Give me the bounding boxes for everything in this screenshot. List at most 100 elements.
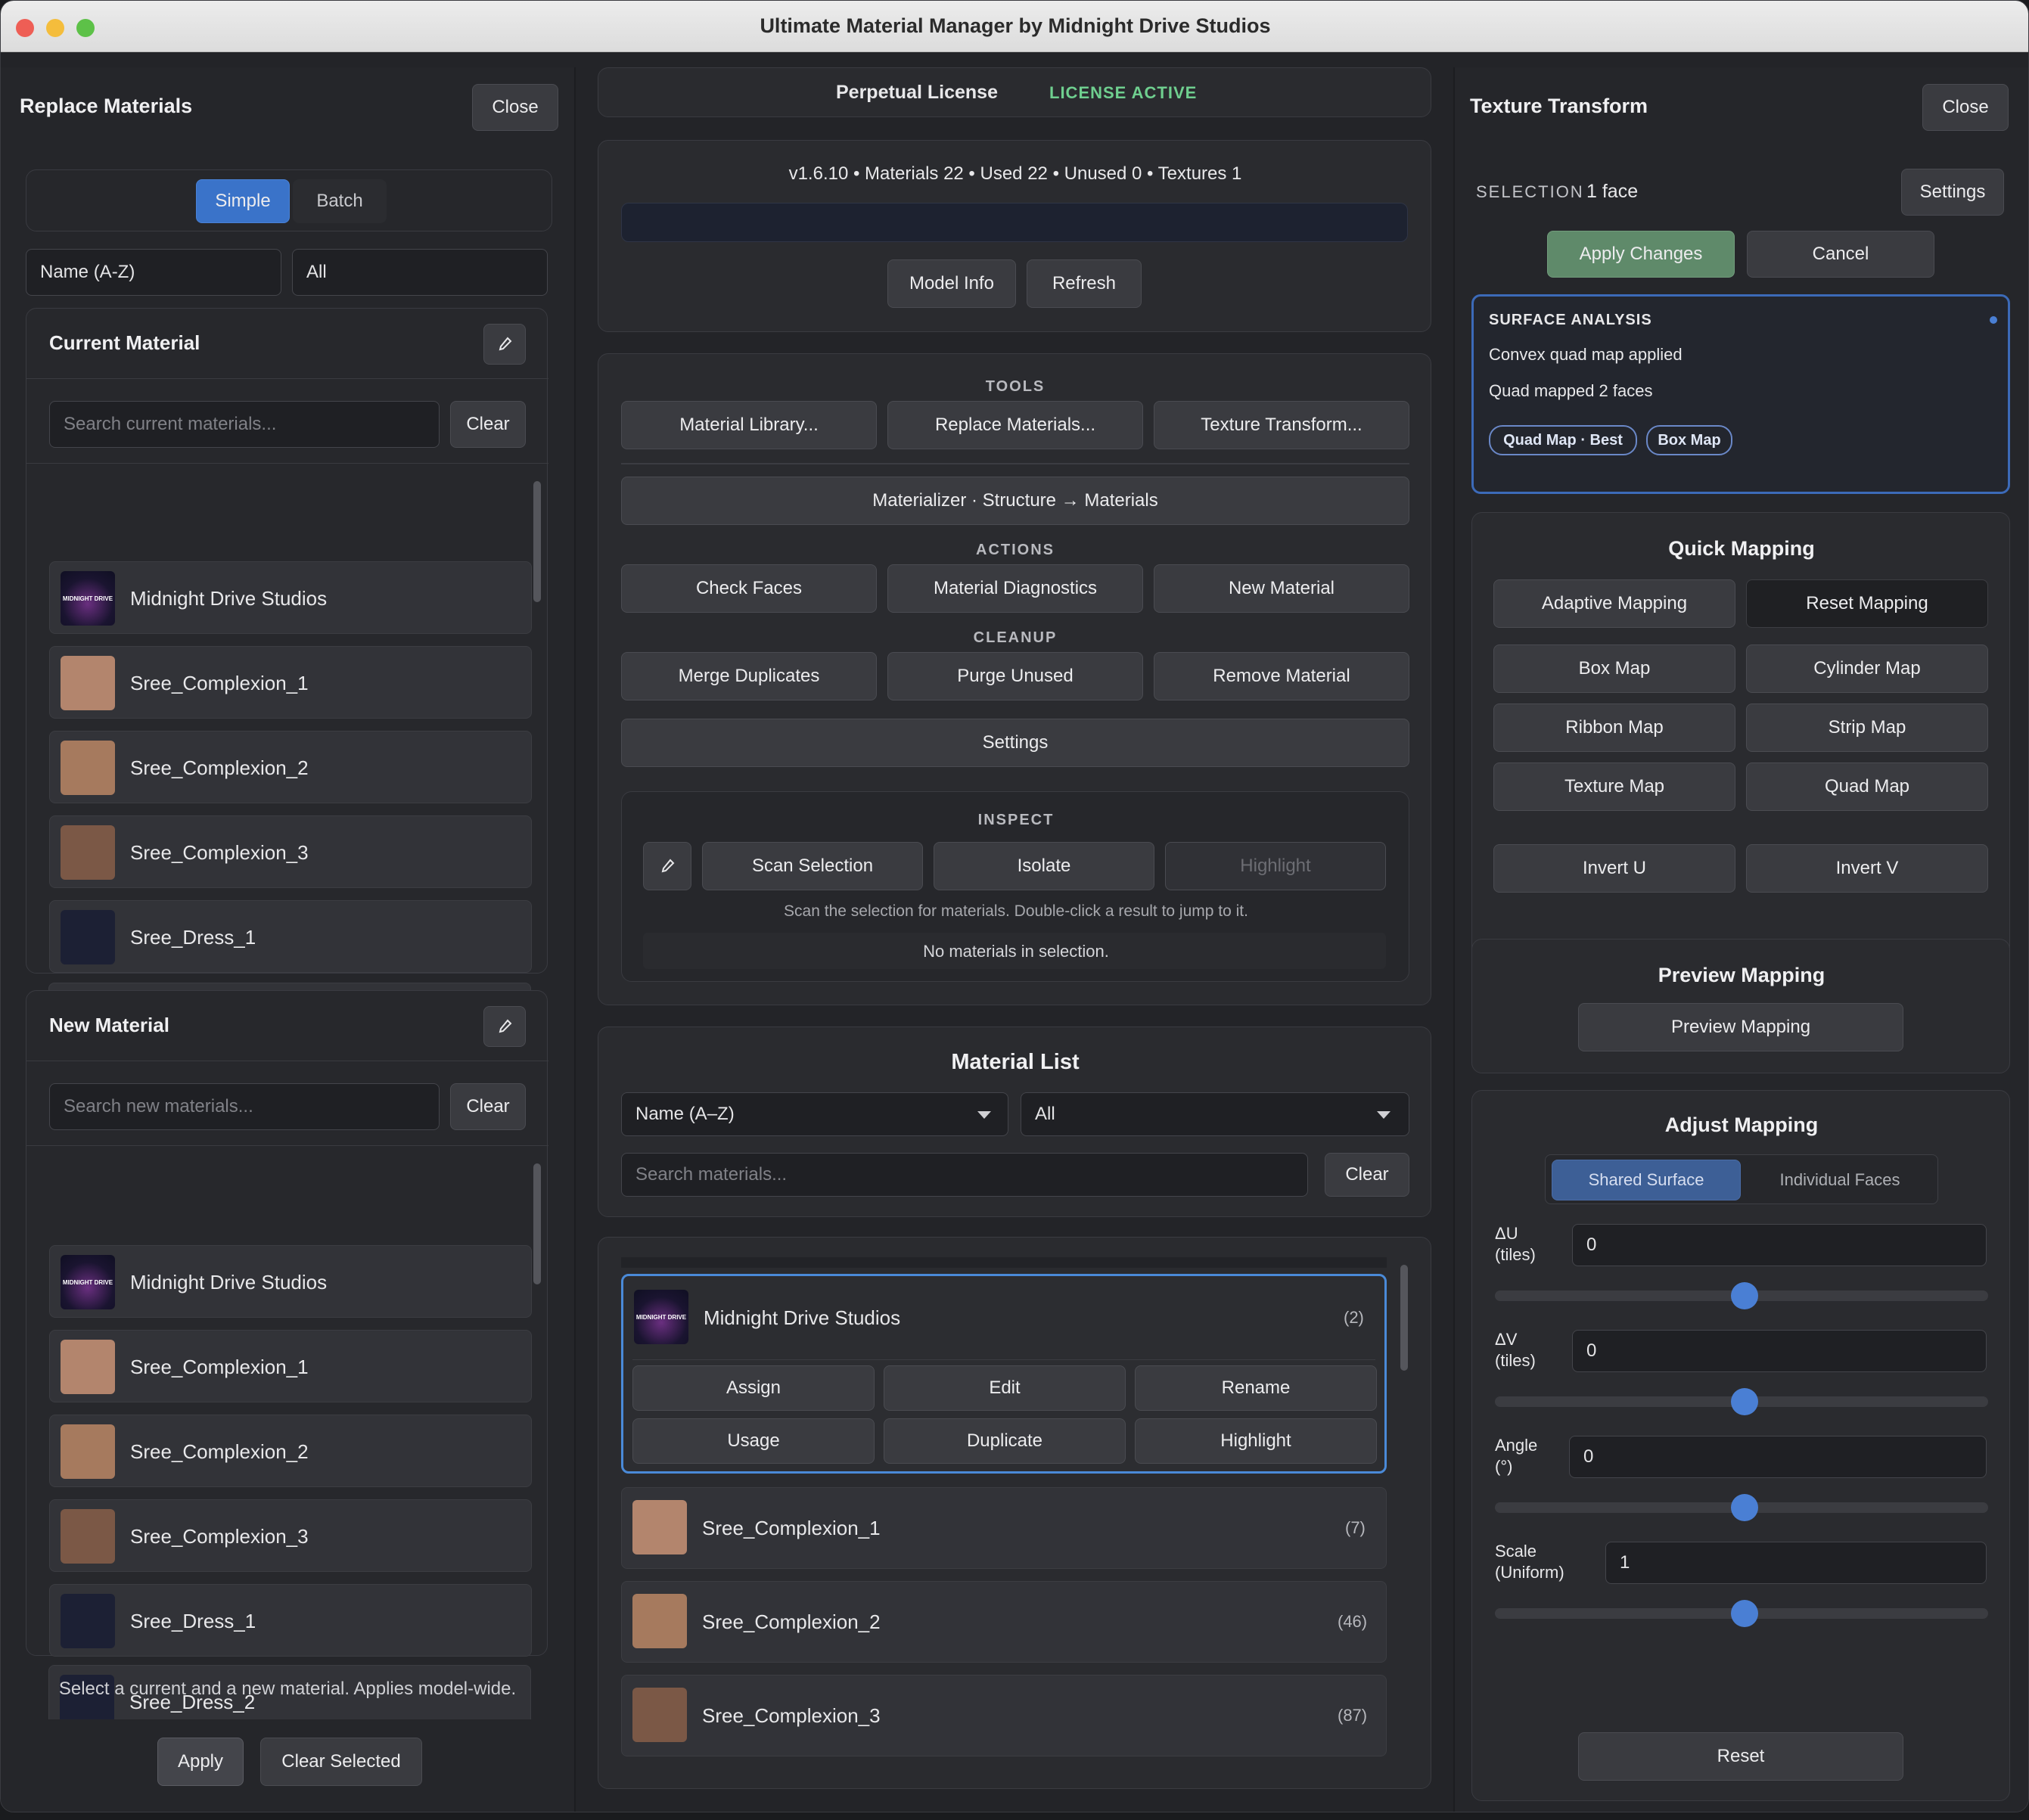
material-list-scrollbar[interactable] (1400, 1265, 1408, 1371)
list-item[interactable]: Sree_Dress_1 (49, 1584, 532, 1657)
ribbon-map-button[interactable]: Ribbon Map (1493, 703, 1735, 752)
no-materials-text: No materials in selection. (923, 942, 1109, 961)
clear-selected-button[interactable]: Clear Selected (260, 1738, 422, 1786)
adjust-mapping-section: Adjust Mapping Shared Surface Individual… (1471, 1090, 2010, 1801)
list-item[interactable]: Sree_Complexion_1 (49, 1330, 532, 1402)
material-diagnostics-button[interactable]: Material Diagnostics (887, 564, 1143, 613)
merge-duplicates-button[interactable]: Merge Duplicates (621, 652, 877, 700)
assign-button[interactable]: Assign (632, 1365, 875, 1411)
selected-material-name: Midnight Drive Studios (704, 1306, 901, 1329)
isolate-button[interactable]: Isolate (934, 842, 1154, 890)
current-list-scrollbar[interactable] (533, 481, 541, 602)
inspect-label: INSPECT (977, 812, 1055, 828)
scale-slider-knob[interactable] (1731, 1600, 1758, 1627)
replace-materials-button[interactable]: Replace Materials... (887, 401, 1143, 449)
progress-bar (621, 203, 1408, 242)
texture-close-button[interactable]: Close (1922, 84, 2009, 131)
delta-u-slider-knob[interactable] (1731, 1282, 1758, 1309)
license-bar: Perpetual License LICENSE ACTIVE (598, 67, 1431, 117)
strip-map-button[interactable]: Strip Map (1746, 703, 1988, 752)
inspect-eyedropper-button[interactable] (643, 842, 691, 890)
invert-u-button[interactable]: Invert U (1493, 844, 1735, 893)
quick-mapping-section: Quick Mapping Adaptive Mapping Reset Map… (1471, 512, 2010, 984)
list-item[interactable]: Sree_Dress_1 (49, 900, 532, 973)
mode-toggle: Simple Batch (26, 169, 552, 231)
new-search-input[interactable]: Search new materials... (49, 1083, 440, 1130)
texture-transform-button[interactable]: Texture Transform... (1154, 401, 1409, 449)
cancel-button[interactable]: Cancel (1747, 231, 1934, 278)
box-map-button[interactable]: Box Map (1493, 644, 1735, 693)
replace-apply-button[interactable]: Apply (157, 1738, 244, 1786)
new-eyedropper-button[interactable] (483, 1006, 526, 1047)
individual-faces-button[interactable]: Individual Faces (1745, 1160, 1934, 1200)
model-info-button[interactable]: Model Info (887, 259, 1016, 308)
quad-map-button[interactable]: Quad Map (1746, 762, 1988, 811)
reset-button[interactable]: Reset (1578, 1732, 1903, 1781)
texture-map-button[interactable]: Texture Map (1493, 762, 1735, 811)
materializer-button[interactable]: Materializer · Structure → Materials (621, 477, 1409, 525)
angle-input[interactable]: 0 (1569, 1436, 1987, 1478)
eyedropper-icon (499, 337, 512, 351)
apply-changes-button[interactable]: Apply Changes (1547, 231, 1735, 278)
delta-v-input[interactable]: 0 (1572, 1330, 1987, 1372)
analysis-line-1: Convex quad map applied (1489, 345, 1683, 364)
angle-slider-knob[interactable] (1731, 1494, 1758, 1521)
duplicate-button[interactable]: Duplicate (884, 1418, 1126, 1464)
cylinder-map-button[interactable]: Cylinder Map (1746, 644, 1988, 693)
status-dot-icon (1990, 316, 1997, 324)
new-list-scrollbar[interactable] (533, 1163, 541, 1284)
box-map-tag[interactable]: Box Map (1646, 425, 1732, 455)
list-item[interactable]: Sree_Complexion_2 (49, 731, 532, 803)
current-material-section: Current Material Search current material… (26, 308, 548, 974)
material-library-button[interactable]: Material Library... (621, 401, 877, 449)
list-sort-select[interactable]: Name (A–Z) (621, 1092, 1008, 1136)
usage-button[interactable]: Usage (632, 1418, 875, 1464)
list-item[interactable]: MIDNIGHT DRIVE Midnight Drive Studios (49, 1245, 532, 1318)
inspect-highlight-button[interactable]: Highlight (1165, 842, 1386, 890)
list-item[interactable]: Sree_Complexion_1 (7) (621, 1487, 1387, 1569)
scale-input[interactable]: 1 (1605, 1542, 1987, 1584)
current-eyedropper-button[interactable] (483, 324, 526, 365)
list-item[interactable]: Sree_Complexion_3 (87) (621, 1675, 1387, 1756)
new-material-button[interactable]: New Material (1154, 564, 1409, 613)
texture-settings-button[interactable]: Settings (1901, 169, 2004, 216)
midnight-drive-logo: MIDNIGHT DRIVE (634, 1290, 688, 1344)
material-list-title: Material List (951, 1050, 1080, 1074)
scan-selection-button[interactable]: Scan Selection (702, 842, 923, 890)
shared-surface-button[interactable]: Shared Surface (1552, 1160, 1741, 1200)
list-item[interactable]: Sree_Complexion_3 (49, 815, 532, 888)
replace-close-button[interactable]: Close (472, 84, 558, 131)
replace-filter-select[interactable]: All (292, 249, 548, 296)
current-clear-button[interactable]: Clear (450, 401, 526, 448)
list-item[interactable]: MIDNIGHT DRIVE Midnight Drive Studios (49, 561, 532, 634)
list-item[interactable]: Sree_Complexion_2 (49, 1415, 532, 1487)
selected-material-card[interactable]: MIDNIGHT DRIVE Midnight Drive Studios (2… (621, 1274, 1387, 1474)
preview-mapping-button[interactable]: Preview Mapping (1578, 1003, 1903, 1051)
purge-unused-button[interactable]: Purge Unused (887, 652, 1143, 700)
list-filter-select[interactable]: All (1021, 1092, 1409, 1136)
delta-u-input[interactable]: 0 (1572, 1224, 1987, 1266)
adaptive-mapping-button[interactable]: Adaptive Mapping (1493, 579, 1735, 628)
list-item[interactable]: Sree_Complexion_3 (49, 1499, 532, 1572)
remove-material-button[interactable]: Remove Material (1154, 652, 1409, 700)
mode-batch-button[interactable]: Batch (293, 179, 387, 223)
material-swatch (61, 1594, 115, 1648)
quad-map-best-tag[interactable]: Quad Map · Best (1489, 425, 1637, 455)
list-item[interactable]: Sree_Complexion_1 (49, 646, 532, 719)
settings-button[interactable]: Settings (621, 719, 1409, 767)
list-item[interactable]: Sree_Complexion_2 (46) (621, 1581, 1387, 1663)
delta-v-slider-knob[interactable] (1731, 1388, 1758, 1415)
list-clear-button[interactable]: Clear (1325, 1153, 1409, 1197)
reset-mapping-button[interactable]: Reset Mapping (1746, 579, 1988, 628)
invert-v-button[interactable]: Invert V (1746, 844, 1988, 893)
rename-button[interactable]: Rename (1135, 1365, 1377, 1411)
new-clear-button[interactable]: Clear (450, 1083, 526, 1130)
edit-button[interactable]: Edit (884, 1365, 1126, 1411)
mode-simple-button[interactable]: Simple (196, 179, 290, 223)
item-highlight-button[interactable]: Highlight (1135, 1418, 1377, 1464)
replace-sort-select[interactable]: Name (A-Z) (26, 249, 281, 296)
list-search-input[interactable]: Search materials... (621, 1153, 1308, 1197)
check-faces-button[interactable]: Check Faces (621, 564, 877, 613)
current-search-input[interactable]: Search current materials... (49, 401, 440, 448)
refresh-button[interactable]: Refresh (1027, 259, 1142, 308)
